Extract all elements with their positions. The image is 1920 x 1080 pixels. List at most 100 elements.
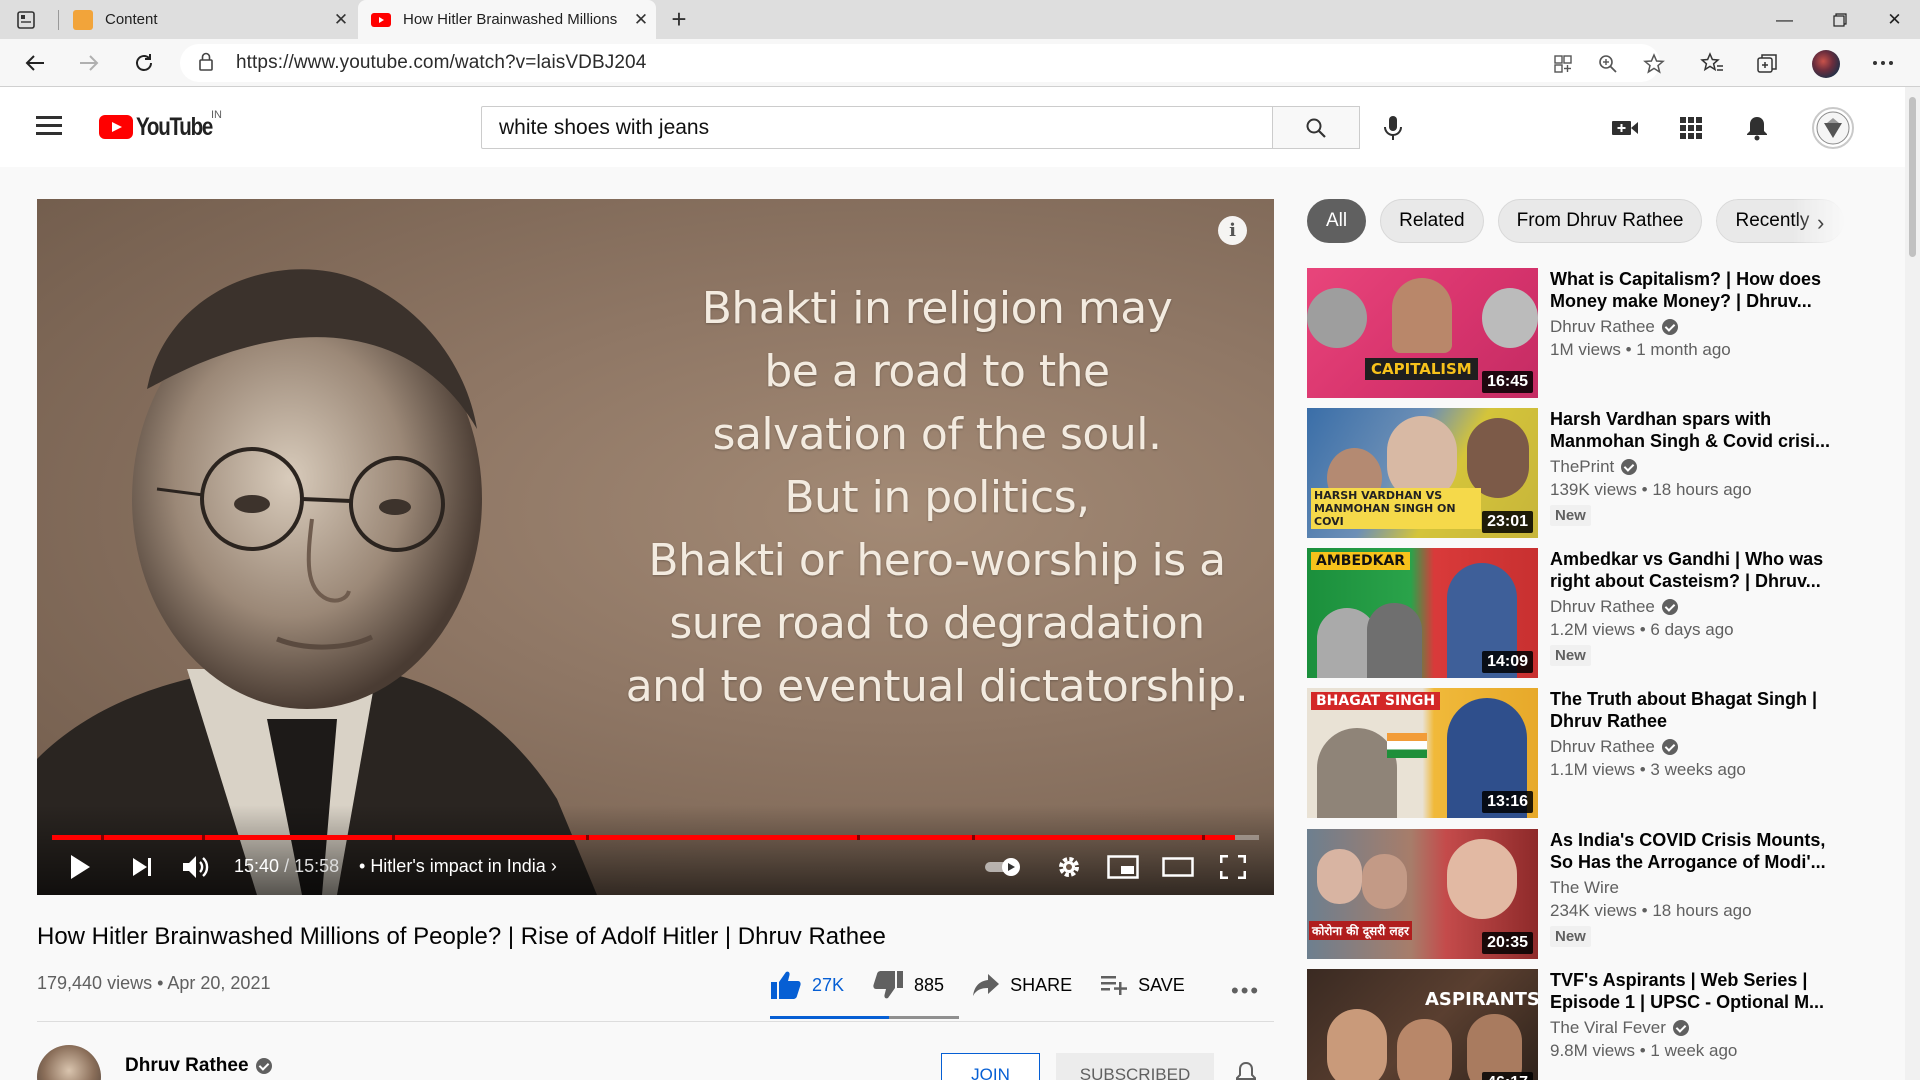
browser-menu-icon[interactable]	[1866, 46, 1900, 80]
recommendation-channel[interactable]: Dhruv Rathee	[1550, 737, 1850, 757]
scrollbar-thumb[interactable]	[1909, 97, 1916, 257]
mute-button[interactable]	[177, 849, 217, 885]
recommendation-item[interactable]: BHAGAT SINGH 13:16 The Truth about Bhaga…	[1307, 688, 1867, 818]
youtube-logo[interactable]: YouTube IN	[99, 109, 229, 141]
duration-time: 15:58	[294, 856, 340, 876]
recommendation-title[interactable]: TVF's Aspirants | Web Series | Episode 1…	[1550, 969, 1850, 1013]
close-tab-icon[interactable]: ✕	[626, 10, 656, 30]
apps-grid-icon[interactable]	[1676, 113, 1706, 143]
tab-youtube-video[interactable]: How Hitler Brainwashed Millions ✕	[358, 0, 656, 39]
video-player[interactable]: Bhakti in religion may be a road to the …	[37, 199, 1274, 895]
quote-line: be a road to the	[764, 346, 1110, 397]
dislike-button[interactable]: 885	[872, 970, 944, 1000]
chapter-marker	[857, 835, 860, 840]
channel-name-link[interactable]: Dhruv Rathee	[125, 1055, 272, 1077]
tab-actions-icon[interactable]	[14, 8, 38, 32]
video-thumbnail[interactable]: कोरोना की दूसरी लहर 20:35	[1307, 829, 1538, 959]
refresh-icon[interactable]	[127, 46, 161, 80]
like-button[interactable]: 27K	[770, 970, 844, 1000]
chip-from-channel[interactable]: From Dhruv Rathee	[1497, 199, 1703, 243]
play-button[interactable]	[62, 849, 98, 885]
recommendation-item[interactable]: HARSH VARDHAN VS MANMOHAN SINGH ON COVI …	[1307, 408, 1867, 538]
search-box[interactable]	[481, 106, 1273, 149]
search-button[interactable]	[1272, 106, 1360, 149]
quote-overlay: Bhakti in religion may be a road to the …	[617, 277, 1257, 718]
info-card-button[interactable]: i	[1218, 216, 1247, 245]
thumbnail-label: BHAGAT SINGH	[1311, 692, 1441, 710]
close-window-icon[interactable]: ✕	[1867, 0, 1920, 39]
youtube-play-logo-icon	[99, 115, 133, 139]
theater-mode-button[interactable]	[1158, 849, 1198, 885]
guide-menu-icon[interactable]	[36, 116, 62, 136]
channel-avatar[interactable]	[37, 1045, 101, 1080]
chevron-right-icon[interactable]: ›	[1817, 210, 1837, 235]
video-thumbnail[interactable]: CAPITALISM 16:45	[1307, 268, 1538, 398]
next-button[interactable]	[124, 849, 160, 885]
video-thumbnail[interactable]: HARSH VARDHAN VS MANMOHAN SINGH ON COVI …	[1307, 408, 1538, 538]
new-badge: New	[1550, 645, 1591, 666]
more-actions-icon[interactable]: •••	[1231, 978, 1260, 1004]
voice-search-mic-icon[interactable]	[1378, 113, 1408, 143]
notifications-bell-icon[interactable]	[1742, 113, 1772, 143]
duration-badge: 13:16	[1482, 791, 1533, 813]
country-code: IN	[211, 109, 222, 121]
chapter-title-button[interactable]: • Hitler's impact in India ›	[359, 856, 557, 877]
page-scrollbar[interactable]	[1905, 87, 1920, 1080]
collections-icon[interactable]	[1750, 46, 1784, 80]
youtube-logo-text: YouTube	[136, 112, 213, 141]
recommendation-title[interactable]: What is Capitalism? | How does Money mak…	[1550, 268, 1850, 312]
recommendation-title[interactable]: As India's COVID Crisis Mounts, So Has t…	[1550, 829, 1850, 873]
add-favorite-icon[interactable]	[1643, 53, 1665, 75]
subscribe-button[interactable]: SUBSCRIBED	[1056, 1053, 1214, 1080]
share-button[interactable]: SHARE	[972, 973, 1072, 997]
recommendation-title[interactable]: Harsh Vardhan spars with Manmohan Singh …	[1550, 408, 1850, 452]
youtube-header: YouTube IN	[0, 87, 1920, 167]
save-button[interactable]: SAVE	[1100, 974, 1185, 996]
video-thumbnail[interactable]: AMBEDKAR 14:09	[1307, 548, 1538, 678]
recommendation-item[interactable]: कोरोना की दूसरी लहर 20:35 As India's COV…	[1307, 829, 1867, 959]
account-avatar[interactable]	[1812, 107, 1854, 149]
recommendation-item[interactable]: AMBEDKAR 14:09 Ambedkar vs Gandhi | Who …	[1307, 548, 1867, 678]
chip-all[interactable]: All	[1307, 199, 1367, 243]
fullscreen-button[interactable]	[1213, 849, 1253, 885]
chapter-marker	[202, 835, 205, 840]
search-input[interactable]	[499, 115, 1239, 140]
recommendation-meta: 1M views • 1 month ago	[1550, 340, 1731, 359]
autoplay-toggle[interactable]	[981, 849, 1025, 885]
forward-icon[interactable]	[72, 46, 106, 80]
video-thumbnail[interactable]: BHAGAT SINGH 13:16	[1307, 688, 1538, 818]
address-bar[interactable]: https://www.youtube.com/watch?v=laisVDBJ…	[180, 44, 1665, 82]
video-thumbnail[interactable]: ASPIRANTS 46:17	[1307, 969, 1538, 1080]
lock-icon[interactable]	[198, 51, 220, 76]
miniplayer-button[interactable]	[1103, 849, 1143, 885]
apps-available-icon[interactable]	[1552, 53, 1574, 75]
recommendation-channel[interactable]: The Wire	[1550, 878, 1850, 898]
close-tab-icon[interactable]: ✕	[326, 10, 356, 30]
chip-related[interactable]: Related	[1380, 199, 1484, 243]
recommendation-title[interactable]: The Truth about Bhagat Singh | Dhruv Rat…	[1550, 688, 1850, 732]
zoom-icon[interactable]	[1597, 53, 1619, 75]
recommendation-channel[interactable]: The Viral Fever	[1550, 1018, 1850, 1038]
recommendation-channel[interactable]: Dhruv Rathee	[1550, 317, 1850, 337]
back-icon[interactable]	[18, 46, 52, 80]
restore-icon[interactable]	[1812, 0, 1867, 39]
skip-next-icon	[133, 858, 151, 876]
favorites-icon[interactable]	[1695, 46, 1729, 80]
new-tab-icon[interactable]: +	[664, 6, 694, 34]
browser-profile-avatar[interactable]	[1812, 50, 1840, 78]
settings-button[interactable]	[1051, 849, 1087, 885]
duration-badge: 14:09	[1482, 651, 1533, 673]
recommendation-item[interactable]: ASPIRANTS 46:17 TVF's Aspirants | Web Se…	[1307, 969, 1867, 1080]
progress-bar[interactable]	[52, 835, 1259, 840]
recommendation-item[interactable]: CAPITALISM 16:45 What is Capitalism? | H…	[1307, 268, 1867, 398]
recommendation-title[interactable]: Ambedkar vs Gandhi | Who was right about…	[1550, 548, 1850, 592]
recommendation-channel[interactable]: ThePrint	[1550, 457, 1850, 477]
tab-content[interactable]: Content ✕	[60, 0, 356, 39]
join-button[interactable]: JOIN	[941, 1053, 1040, 1080]
quote-line: and to eventual dictatorship.	[625, 661, 1249, 712]
minimize-icon[interactable]: —	[1757, 0, 1812, 39]
recommendation-channel[interactable]: Dhruv Rathee	[1550, 597, 1850, 617]
progress-fill	[52, 835, 1235, 840]
notification-bell-icon[interactable]	[1235, 1061, 1259, 1080]
create-video-icon[interactable]	[1610, 113, 1640, 143]
